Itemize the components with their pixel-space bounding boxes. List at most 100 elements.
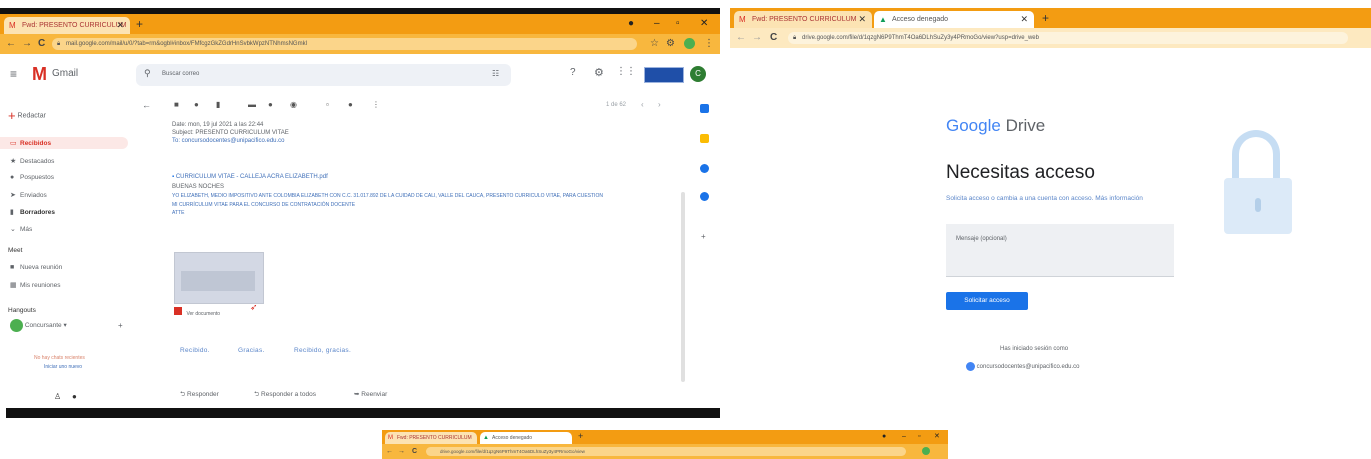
reload-icon[interactable]: C [770, 31, 777, 45]
send-icon: ➤ [10, 192, 16, 199]
back-to-inbox-icon[interactable]: ← [142, 100, 151, 110]
reload-icon[interactable]: C [38, 37, 45, 51]
snooze-icon[interactable]: ● [268, 100, 273, 109]
menu-dots-icon[interactable]: ⋮ [704, 37, 714, 51]
close-window-button[interactable]: ✕ [700, 16, 708, 31]
email-to[interactable]: To: concursodocentes@unipacifico.edu.co [172, 138, 285, 144]
calendar-addon-icon[interactable] [700, 104, 709, 113]
maximize-button[interactable]: ▫ [918, 430, 920, 443]
tab-drive[interactable]: ▲ Acceso denegado [480, 432, 572, 444]
sidebar-item-starred[interactable]: ★ Destacados [10, 157, 54, 165]
attachment-thumbnail[interactable] [174, 252, 264, 304]
new-tab-button[interactable]: + [578, 430, 583, 443]
meet-header: Meet [8, 247, 23, 254]
minimize-button[interactable]: – [654, 16, 660, 31]
search-input[interactable]: Buscar correo [162, 71, 199, 77]
right-browser-window: M Fwd: PRESENTO CURRICULUM ✕ ▲ Acceso de… [730, 0, 1371, 459]
archive-icon[interactable]: ■ [174, 100, 179, 109]
meet-new-meeting[interactable]: ■ Nueva reunión [10, 264, 62, 271]
add-task-icon[interactable]: ◉ [290, 100, 297, 109]
reload-icon[interactable]: C [412, 445, 417, 459]
back-icon[interactable]: ← [736, 31, 746, 45]
close-icon[interactable]: ✕ [1020, 11, 1028, 28]
sidebar-item-label: Enviados [20, 192, 47, 199]
forward-icon[interactable]: → [22, 37, 32, 51]
compose-button[interactable]: + Redactar [8, 108, 46, 123]
mark-unread-icon[interactable]: ▬ [248, 100, 256, 109]
account-avatar[interactable]: C [690, 66, 706, 82]
smart-reply-received[interactable]: Recibido. [180, 347, 210, 354]
access-subtext: Solicita acceso o cambia a una cuenta co… [946, 195, 1143, 202]
close-window-button[interactable]: ✕ [934, 430, 940, 443]
start-chat-link[interactable]: Iniciar uno nuevo [44, 364, 82, 370]
profile-avatar[interactable] [922, 447, 930, 455]
person-icon[interactable]: ♙ [54, 392, 61, 401]
forward-icon[interactable]: → [752, 31, 762, 45]
email-scrollbar[interactable] [681, 192, 685, 382]
attachment-footer[interactable]: Ver documento ➶ [174, 302, 262, 317]
no-chats-text: No hay chats recientes [34, 355, 85, 361]
chevron-down-icon: ⌄ [10, 226, 16, 233]
hangouts-chat-icon[interactable]: ● [72, 392, 77, 401]
sidebar-item-inbox[interactable]: ▭ Recibidos [10, 139, 51, 147]
move-to-icon[interactable]: ▫ [326, 100, 329, 109]
hamburger-menu-icon[interactable]: ≡ [10, 67, 17, 81]
lock-keyhole [1255, 198, 1261, 212]
sidebar-item-drafts[interactable]: ▮ Borradores [10, 208, 55, 216]
add-addon-icon[interactable]: + [701, 232, 706, 241]
contacts-addon-icon[interactable] [700, 192, 709, 201]
back-icon[interactable]: ← [386, 445, 393, 459]
settings-gear-icon[interactable]: ⚙ [594, 66, 604, 79]
request-access-button[interactable]: Solicitar acceso [946, 292, 1028, 310]
profile-avatar[interactable] [684, 38, 695, 49]
maximize-button[interactable]: ▫ [676, 16, 680, 31]
keep-addon-icon[interactable] [700, 134, 709, 143]
drive-save-icon[interactable]: ➶ [250, 302, 258, 313]
apps-grid-icon[interactable]: ⋮⋮ [616, 66, 636, 77]
more-options-icon[interactable]: ⋮ [372, 100, 380, 109]
search-icon[interactable]: ⚲ [144, 68, 151, 79]
search-bar[interactable]: ⚲ Buscar correo ☷ [136, 64, 511, 86]
close-icon[interactable]: ✕ [116, 17, 124, 34]
forward-icon[interactable]: → [398, 445, 405, 459]
sidebar-item-snoozed[interactable]: ● Pospuestos [10, 174, 54, 181]
delete-icon[interactable]: ▮ [216, 100, 220, 109]
message-field[interactable]: Mensaje (opcional) [946, 224, 1174, 277]
prev-page-icon[interactable]: ‹ [641, 100, 644, 109]
smart-reply-received-thanks[interactable]: Recibido, gracias. [294, 347, 351, 354]
meet-item-label: Nueva reunión [20, 264, 63, 271]
attachment-link[interactable]: ▪ CURRICULUM VITAE - CALLEJA ACRA ELIZAB… [172, 174, 328, 180]
extensions-icon[interactable]: ⚙ [666, 37, 675, 51]
help-icon[interactable]: ? [570, 67, 576, 78]
search-options-icon[interactable]: ☷ [492, 69, 499, 78]
thumbnail-doc-preview [181, 271, 255, 291]
tab-gmail[interactable]: M Fwd: PRESENTO CURRICULUM [385, 432, 477, 444]
label-icon[interactable]: ● [348, 100, 353, 109]
back-icon[interactable]: ← [6, 37, 16, 51]
minimize-button[interactable]: – [902, 430, 906, 443]
meet-my-meetings[interactable]: ▦ Mis reuniones [10, 281, 60, 289]
sidebar-item-sent[interactable]: ➤ Enviados [10, 191, 47, 199]
report-spam-icon[interactable]: ● [194, 100, 199, 109]
tab-label: Acceso denegado [492, 435, 533, 441]
next-page-icon[interactable]: › [658, 100, 661, 109]
address-bar[interactable]: 🔒︎ mail.google.com/mail/u/0/?tab=rm&ogbl… [52, 38, 637, 50]
hangouts-user-name: Concursante [24, 322, 62, 330]
reply-all-button[interactable]: ⮌ Responder a todos [254, 390, 316, 401]
forward-button[interactable]: ➥ Reenviar [354, 390, 387, 398]
smart-reply-thanks[interactable]: Gracias. [238, 347, 265, 354]
address-bar[interactable]: 🔒︎ drive.google.com/file/d/1qzgN6P9ThmT4… [788, 32, 1348, 44]
hangouts-add-icon[interactable]: + [118, 321, 123, 330]
new-tab-button[interactable]: + [136, 17, 143, 32]
tab-drive[interactable]: ▲ Acceso denegado ✕ [874, 11, 1034, 28]
reply-button[interactable]: ⮌ Responder [180, 390, 219, 401]
tasks-addon-icon[interactable] [700, 164, 709, 173]
star-bookmark-icon[interactable]: ☆ [650, 37, 659, 51]
address-bar[interactable]: drive.google.com/file/d/1qzgN6P9ThmT4Oa6… [426, 447, 906, 456]
new-tab-button[interactable]: + [1042, 11, 1049, 26]
hangouts-user[interactable]: Concursante ▾ [10, 319, 67, 332]
tab-gmail[interactable]: M Fwd: PRESENTO CURRICULUM ✕ [4, 17, 130, 34]
sidebar-item-more[interactable]: ⌄ Más [10, 225, 32, 233]
close-icon[interactable]: ✕ [858, 11, 866, 28]
tab-gmail[interactable]: M Fwd: PRESENTO CURRICULUM ✕ [734, 11, 872, 28]
